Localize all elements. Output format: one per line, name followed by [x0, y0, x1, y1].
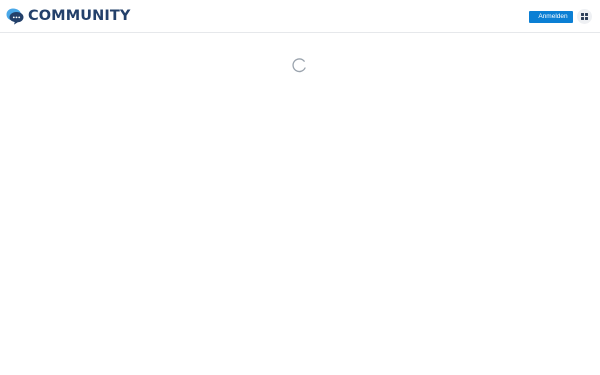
loading-spinner-icon	[292, 58, 306, 73]
top-header: COMMUNITY Anmelden	[0, 0, 600, 33]
chat-bubbles-icon	[6, 8, 24, 25]
community-logo[interactable]: COMMUNITY	[6, 7, 130, 25]
logo-text: COMMUNITY	[28, 8, 131, 24]
apps-grid-icon	[581, 13, 588, 20]
login-button[interactable]: Anmelden	[529, 11, 573, 23]
apps-menu-button[interactable]	[577, 9, 592, 24]
